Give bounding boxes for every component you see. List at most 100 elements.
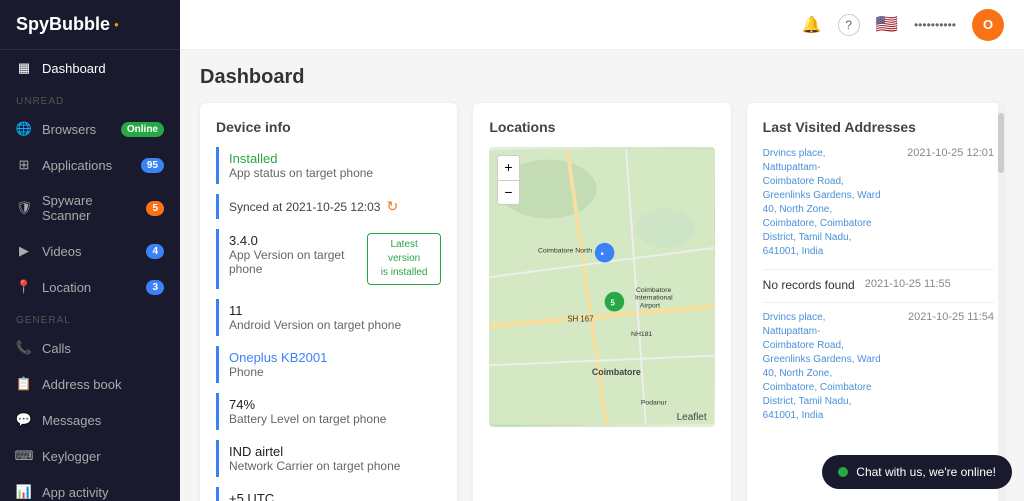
svg-text:SH 167: SH 167 <box>568 314 594 323</box>
phone-sub: Phone <box>229 365 441 379</box>
visited-address-0: Drvincs place,Nattupattam-Coimbatore Roa… <box>763 147 897 259</box>
map-background: SH 167 NH181 Coimbatore Podanur Coimbato… <box>489 147 714 427</box>
top-cards-row: Device info Installed App status on targ… <box>200 103 1004 501</box>
sidebar-item-label: Applications <box>42 158 112 173</box>
visited-time-2: 2021-10-25 11:54 <box>908 311 994 423</box>
scrollbar-track[interactable] <box>998 103 1004 501</box>
sidebar-item-label: App activity <box>42 485 108 500</box>
svg-text:Coimbatore: Coimbatore <box>636 287 672 294</box>
scrollbar-thumb[interactable] <box>998 113 1004 173</box>
map-zoom-controls[interactable]: + − <box>497 155 519 205</box>
visited-entry-1: No records found 2021-10-25 11:55 <box>763 278 994 292</box>
zoom-out-button[interactable]: − <box>498 181 518 205</box>
battery-sub: Battery Level on target phone <box>229 412 441 426</box>
synced-row: Synced at 2021-10-25 12:03 ↻ <box>216 194 441 219</box>
avatar[interactable]: O <box>972 9 1004 41</box>
page-title: Dashboard <box>200 66 1004 89</box>
sidebar-item-spyware-scanner[interactable]: 🛡 Spyware Scanner 5 <box>0 183 180 233</box>
chat-widget[interactable]: Chat with us, we're online! <box>822 455 1012 489</box>
general-section-label: GENERAL <box>0 305 180 330</box>
sidebar-item-browsers[interactable]: 🌐 Browsers Online <box>0 111 180 147</box>
logo: SpyBubble ● <box>0 0 180 50</box>
grid-icon: ⊞ <box>16 157 32 173</box>
help-icon[interactable]: ? <box>838 14 860 36</box>
svg-text:Coimbatore: Coimbatore <box>592 367 641 377</box>
sidebar-item-location[interactable]: 📍 Location 3 <box>0 269 180 305</box>
sidebar-item-label: Videos <box>42 244 82 259</box>
sidebar-item-label: Messages <box>42 413 101 428</box>
refresh-icon[interactable]: ↻ <box>386 198 398 215</box>
globe-icon: 🌐 <box>16 121 32 137</box>
android-value: 11 <box>229 303 441 318</box>
svg-text:•: • <box>601 249 604 259</box>
sidebar: SpyBubble● ▦ Dashboard UNREAD 🌐 Browsers… <box>0 0 180 501</box>
sidebar-item-applications[interactable]: ⊞ Applications 95 <box>0 147 180 183</box>
sidebar-item-address-book[interactable]: 📋 Address book <box>0 366 180 402</box>
version-value: 3.4.0 <box>229 233 367 248</box>
installed-field: Installed App status on target phone <box>216 147 441 184</box>
applications-badge: 95 <box>141 158 164 173</box>
main-area: 🔔 ? 🇺🇸 •••••••••• O Dashboard Device inf… <box>180 0 1024 501</box>
sidebar-item-messages[interactable]: 💬 Messages <box>0 402 180 438</box>
phone-field: Oneplus KB2001 Phone <box>216 346 441 383</box>
browsers-badge: Online <box>121 122 164 137</box>
carrier-sub: Network Carrier on target phone <box>229 459 441 473</box>
phone-icon: 📞 <box>16 340 32 356</box>
book-icon: 📋 <box>16 376 32 392</box>
version-row: 3.4.0 App Version on target phone Latest… <box>216 229 441 289</box>
sidebar-item-videos[interactable]: ▶ Videos 4 <box>0 233 180 269</box>
sidebar-item-dashboard[interactable]: ▦ Dashboard <box>0 50 180 86</box>
svg-text:Airport: Airport <box>640 303 660 310</box>
device-info-title: Device info <box>216 119 441 135</box>
timezone-value: +5 UTC <box>229 491 441 501</box>
activity-icon: 📊 <box>16 484 32 500</box>
chat-label: Chat with us, we're online! <box>856 465 996 479</box>
phone-value: Oneplus KB2001 <box>229 350 441 365</box>
svg-text:Podanur: Podanur <box>641 400 668 407</box>
sidebar-item-label: Location <box>42 280 91 295</box>
sidebar-item-label: Dashboard <box>42 61 106 76</box>
last-visited-card: Last Visited Addresses Drvincs place,Nat… <box>747 103 1004 501</box>
shield-icon: 🛡 <box>16 200 32 216</box>
sidebar-item-label: Browsers <box>42 122 96 137</box>
no-records-label: No records found <box>763 278 855 292</box>
synced-text: Synced at 2021-10-25 12:03 <box>229 200 380 214</box>
zoom-in-button[interactable]: + <box>498 156 518 181</box>
carrier-value: IND airtel <box>229 444 441 459</box>
leaflet-label: Leaflet <box>677 412 707 423</box>
svg-text:5: 5 <box>611 299 616 308</box>
locations-card: Locations <box>473 103 730 501</box>
device-info-card: Device info Installed App status on targ… <box>200 103 457 501</box>
svg-text:Coimbatore North: Coimbatore North <box>538 248 592 255</box>
username-label: •••••••••• <box>914 18 956 32</box>
logo-text: SpyBubble <box>16 14 110 35</box>
sidebar-item-label: Address book <box>42 377 122 392</box>
battery-value: 74% <box>229 397 441 412</box>
sidebar-item-app-activity[interactable]: 📊 App activity <box>0 474 180 501</box>
installed-value: Installed <box>229 151 441 166</box>
bell-icon[interactable]: 🔔 <box>802 15 822 35</box>
carrier-field: IND airtel Network Carrier on target pho… <box>216 440 441 477</box>
sidebar-item-label: Calls <box>42 341 71 356</box>
sidebar-item-calls[interactable]: 📞 Calls <box>0 330 180 366</box>
video-icon: ▶ <box>16 243 32 259</box>
timezone-field: +5 UTC Timezone on target phone <box>216 487 441 501</box>
spyware-badge: 5 <box>146 201 164 216</box>
bar-chart-icon: ▦ <box>16 60 32 76</box>
last-visited-title: Last Visited Addresses <box>763 119 994 135</box>
logo-dot: ● <box>114 20 119 29</box>
visited-time-1: 2021-10-25 11:55 <box>865 278 951 292</box>
sidebar-item-label: Keylogger <box>42 449 101 464</box>
svg-text:International: International <box>635 295 673 302</box>
visited-entry-2: Drvincs place,Nattupattam-Coimbatore Roa… <box>763 311 994 423</box>
visited-divider-1 <box>763 302 994 303</box>
locations-title: Locations <box>489 119 714 135</box>
sidebar-item-keylogger[interactable]: ⌨ Keylogger <box>0 438 180 474</box>
map-container: SH 167 NH181 Coimbatore Podanur Coimbato… <box>489 147 714 427</box>
flag-icon[interactable]: 🇺🇸 <box>876 14 898 35</box>
android-field: 11 Android Version on target phone <box>216 299 441 336</box>
version-sub: App Version on target phone <box>229 248 367 276</box>
map-svg: SH 167 NH181 Coimbatore Podanur Coimbato… <box>489 147 714 427</box>
chat-online-dot <box>838 467 848 477</box>
location-badge: 3 <box>146 280 164 295</box>
